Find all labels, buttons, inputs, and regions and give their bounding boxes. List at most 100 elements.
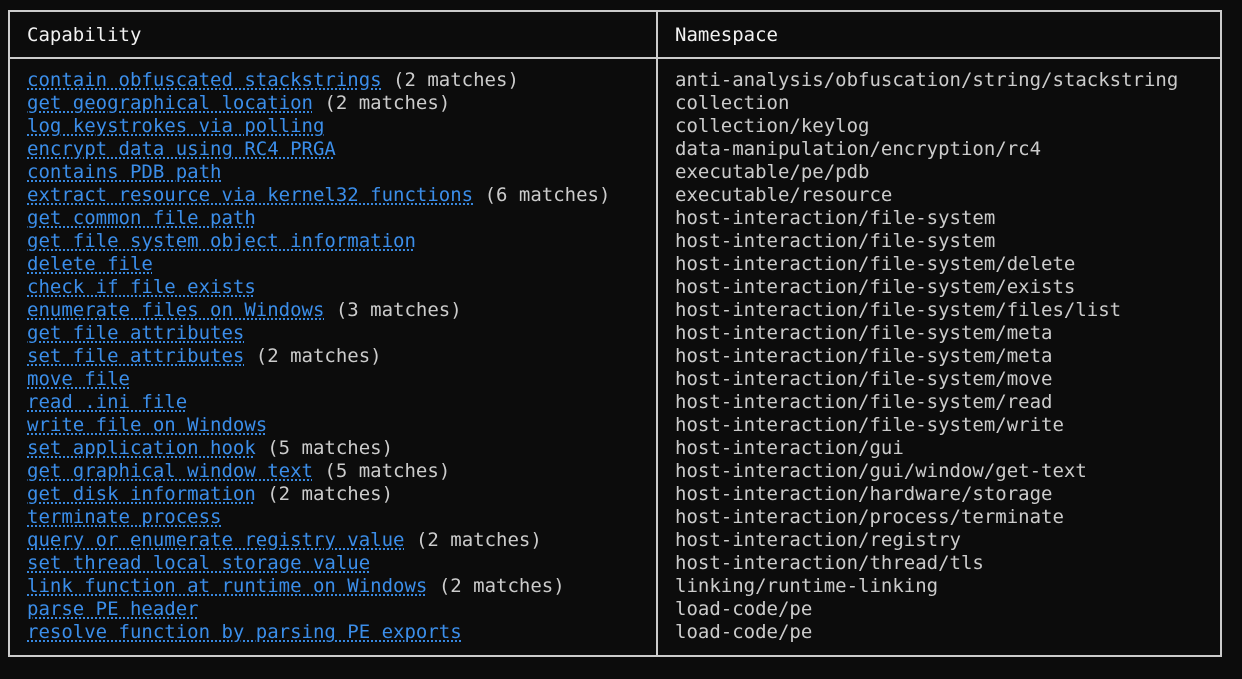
capability-cell: write file on Windows	[27, 414, 267, 437]
capability-link[interactable]: read .ini file	[27, 391, 187, 413]
namespace-cell: host-interaction/file-system	[675, 207, 996, 229]
capability-cell: extract resource via kernel32 functions …	[27, 184, 610, 207]
capability-link[interactable]: check if file exists	[27, 276, 256, 298]
match-count: (5 matches)	[312, 460, 451, 482]
capability-link[interactable]: link function at runtime on Windows	[27, 575, 427, 597]
capability-cell: get common file path	[27, 207, 256, 230]
match-count: (2 matches)	[244, 345, 382, 367]
capability-link[interactable]: delete file	[27, 253, 153, 275]
capability-cell: get graphical window text (5 matches)	[27, 460, 450, 483]
capability-link[interactable]: log keystrokes via polling	[27, 115, 324, 137]
capability-link[interactable]: query or enumerate registry value	[27, 529, 405, 551]
namespace-cell: host-interaction/file-system/meta	[675, 345, 1053, 367]
capability-cell: query or enumerate registry value (2 mat…	[27, 529, 542, 552]
namespace-cell: load-code/pe	[675, 598, 813, 620]
table-row: check if file exists host-interaction/fil…	[10, 276, 1220, 299]
match-count: (2 matches)	[404, 529, 542, 551]
capability-link[interactable]: contain obfuscated stackstrings	[27, 69, 382, 91]
capability-link[interactable]: extract resource via kernel32 functions	[27, 184, 473, 206]
namespace-cell: host-interaction/hardware/storage	[675, 483, 1053, 505]
capability-cell: move file	[27, 368, 130, 391]
table-row: read .ini file host-interaction/file-syst…	[10, 391, 1220, 414]
table-row: get file attributes host-interaction/file…	[10, 322, 1220, 345]
capability-cell: parse PE header	[27, 598, 199, 621]
namespace-cell: executable/resource	[675, 184, 893, 206]
capability-cell: delete file	[27, 253, 153, 276]
capability-cell: log keystrokes via polling	[27, 115, 324, 138]
match-count: (2 matches)	[427, 575, 565, 597]
capability-link[interactable]: get graphical window text	[27, 460, 313, 482]
table-row: extract resource via kernel32 functions …	[10, 184, 1220, 207]
match-count: (2 matches)	[381, 69, 519, 91]
table-row: set file attributes (2 matches) host-inte…	[10, 345, 1220, 368]
namespace-cell: host-interaction/registry	[675, 529, 961, 551]
table-row: link function at runtime on Windows (2 m…	[10, 575, 1220, 598]
table-row: terminate process host-interaction/proces…	[10, 506, 1220, 529]
namespace-cell: collection	[675, 92, 790, 114]
table-row: enumerate files on Windows (3 matches) ho…	[10, 299, 1220, 322]
capability-link[interactable]: set file attributes	[27, 345, 244, 367]
capability-cell: check if file exists	[27, 276, 256, 299]
namespace-cell: load-code/pe	[675, 621, 813, 643]
match-count: (3 matches)	[324, 299, 462, 321]
capability-link[interactable]: get geographical location	[27, 92, 313, 114]
capability-link[interactable]: move file	[27, 368, 130, 390]
table-row: get disk information (2 matches) host-int…	[10, 483, 1220, 506]
capability-cell: get file attributes	[27, 322, 244, 345]
namespace-cell: host-interaction/thread/tls	[675, 552, 984, 574]
table-row: log keystrokes via polling collection/key…	[10, 115, 1220, 138]
capability-cell: terminate process	[27, 506, 221, 529]
namespace-cell: host-interaction/gui/window/get-text	[675, 460, 1087, 482]
namespace-cell: host-interaction/file-system/delete	[675, 253, 1076, 275]
match-count: (2 matches)	[312, 92, 451, 114]
capability-cell: set file attributes (2 matches)	[27, 345, 382, 368]
table-row: contain obfuscated stackstrings (2 match…	[10, 69, 1220, 92]
namespace-cell: host-interaction/gui	[675, 437, 904, 459]
capability-link[interactable]: contains PDB path	[27, 161, 221, 183]
capability-link[interactable]: get disk information	[27, 483, 256, 505]
capability-link[interactable]: get file attributes	[27, 322, 244, 344]
namespace-cell: host-interaction/file-system/write	[675, 414, 1064, 436]
namespace-cell: anti-analysis/obfuscation/string/stackst…	[675, 69, 1179, 91]
capability-cell: set application hook (5 matches)	[27, 437, 393, 460]
capability-link[interactable]: write file on Windows	[27, 414, 267, 436]
namespace-cell: collection/keylog	[675, 115, 870, 137]
capability-link[interactable]: set thread local storage value	[27, 552, 370, 574]
namespace-cell: host-interaction/file-system/meta	[675, 322, 1053, 344]
capability-cell: link function at runtime on Windows (2 m…	[27, 575, 565, 598]
table-row: get common file path host-interaction/fil…	[10, 207, 1220, 230]
capability-link[interactable]: encrypt data using RC4 PRGA	[27, 138, 336, 160]
capability-cell: contain obfuscated stackstrings (2 match…	[27, 69, 519, 92]
capability-cell: get disk information (2 matches)	[27, 483, 393, 506]
namespace-cell: host-interaction/file-system/exists	[675, 276, 1076, 298]
capabilities-table: Capability Namespace contain obfuscated …	[8, 10, 1222, 657]
table-row: parse PE header load-code/pe	[10, 598, 1220, 621]
capability-link[interactable]: parse PE header	[27, 598, 199, 620]
match-count: (2 matches)	[255, 483, 394, 505]
namespace-cell: linking/runtime-linking	[675, 575, 939, 597]
table-row: get geographical location (2 matches) col…	[10, 92, 1220, 115]
capability-link[interactable]: set application hook	[27, 437, 256, 459]
capability-link[interactable]: get common file path	[27, 207, 256, 229]
capability-link[interactable]: enumerate files on Windows	[27, 299, 324, 321]
capability-link[interactable]: terminate process	[27, 506, 221, 528]
table-header: Capability Namespace	[10, 12, 1220, 59]
table-row: set thread local storage value host-inter…	[10, 552, 1220, 575]
table-row: query or enumerate registry value (2 mat…	[10, 529, 1220, 552]
table-row: set application hook (5 matches) host-int…	[10, 437, 1220, 460]
namespace-cell: host-interaction/file-system/files/list	[675, 299, 1122, 321]
capability-link[interactable]: resolve function by parsing PE exports	[27, 621, 462, 643]
capability-link[interactable]: get file system object information	[27, 230, 416, 252]
match-count: (6 matches)	[473, 184, 611, 206]
table-row: contains PDB path executable/pe/pdb	[10, 161, 1220, 184]
table-row: get graphical window text (5 matches) hos…	[10, 460, 1220, 483]
table-row: delete file host-interaction/file-system/…	[10, 253, 1220, 276]
capability-cell: get geographical location (2 matches)	[27, 92, 450, 115]
capability-cell: enumerate files on Windows (3 matches)	[27, 299, 462, 322]
table-row: write file on Windows host-interaction/fi…	[10, 414, 1220, 437]
namespace-column-header: Namespace	[675, 24, 778, 46]
capability-cell: resolve function by parsing PE exports	[27, 621, 462, 644]
capability-cell: set thread local storage value	[27, 552, 370, 575]
namespace-cell: host-interaction/file-system	[675, 230, 996, 252]
capability-column-header: Capability	[27, 24, 142, 46]
